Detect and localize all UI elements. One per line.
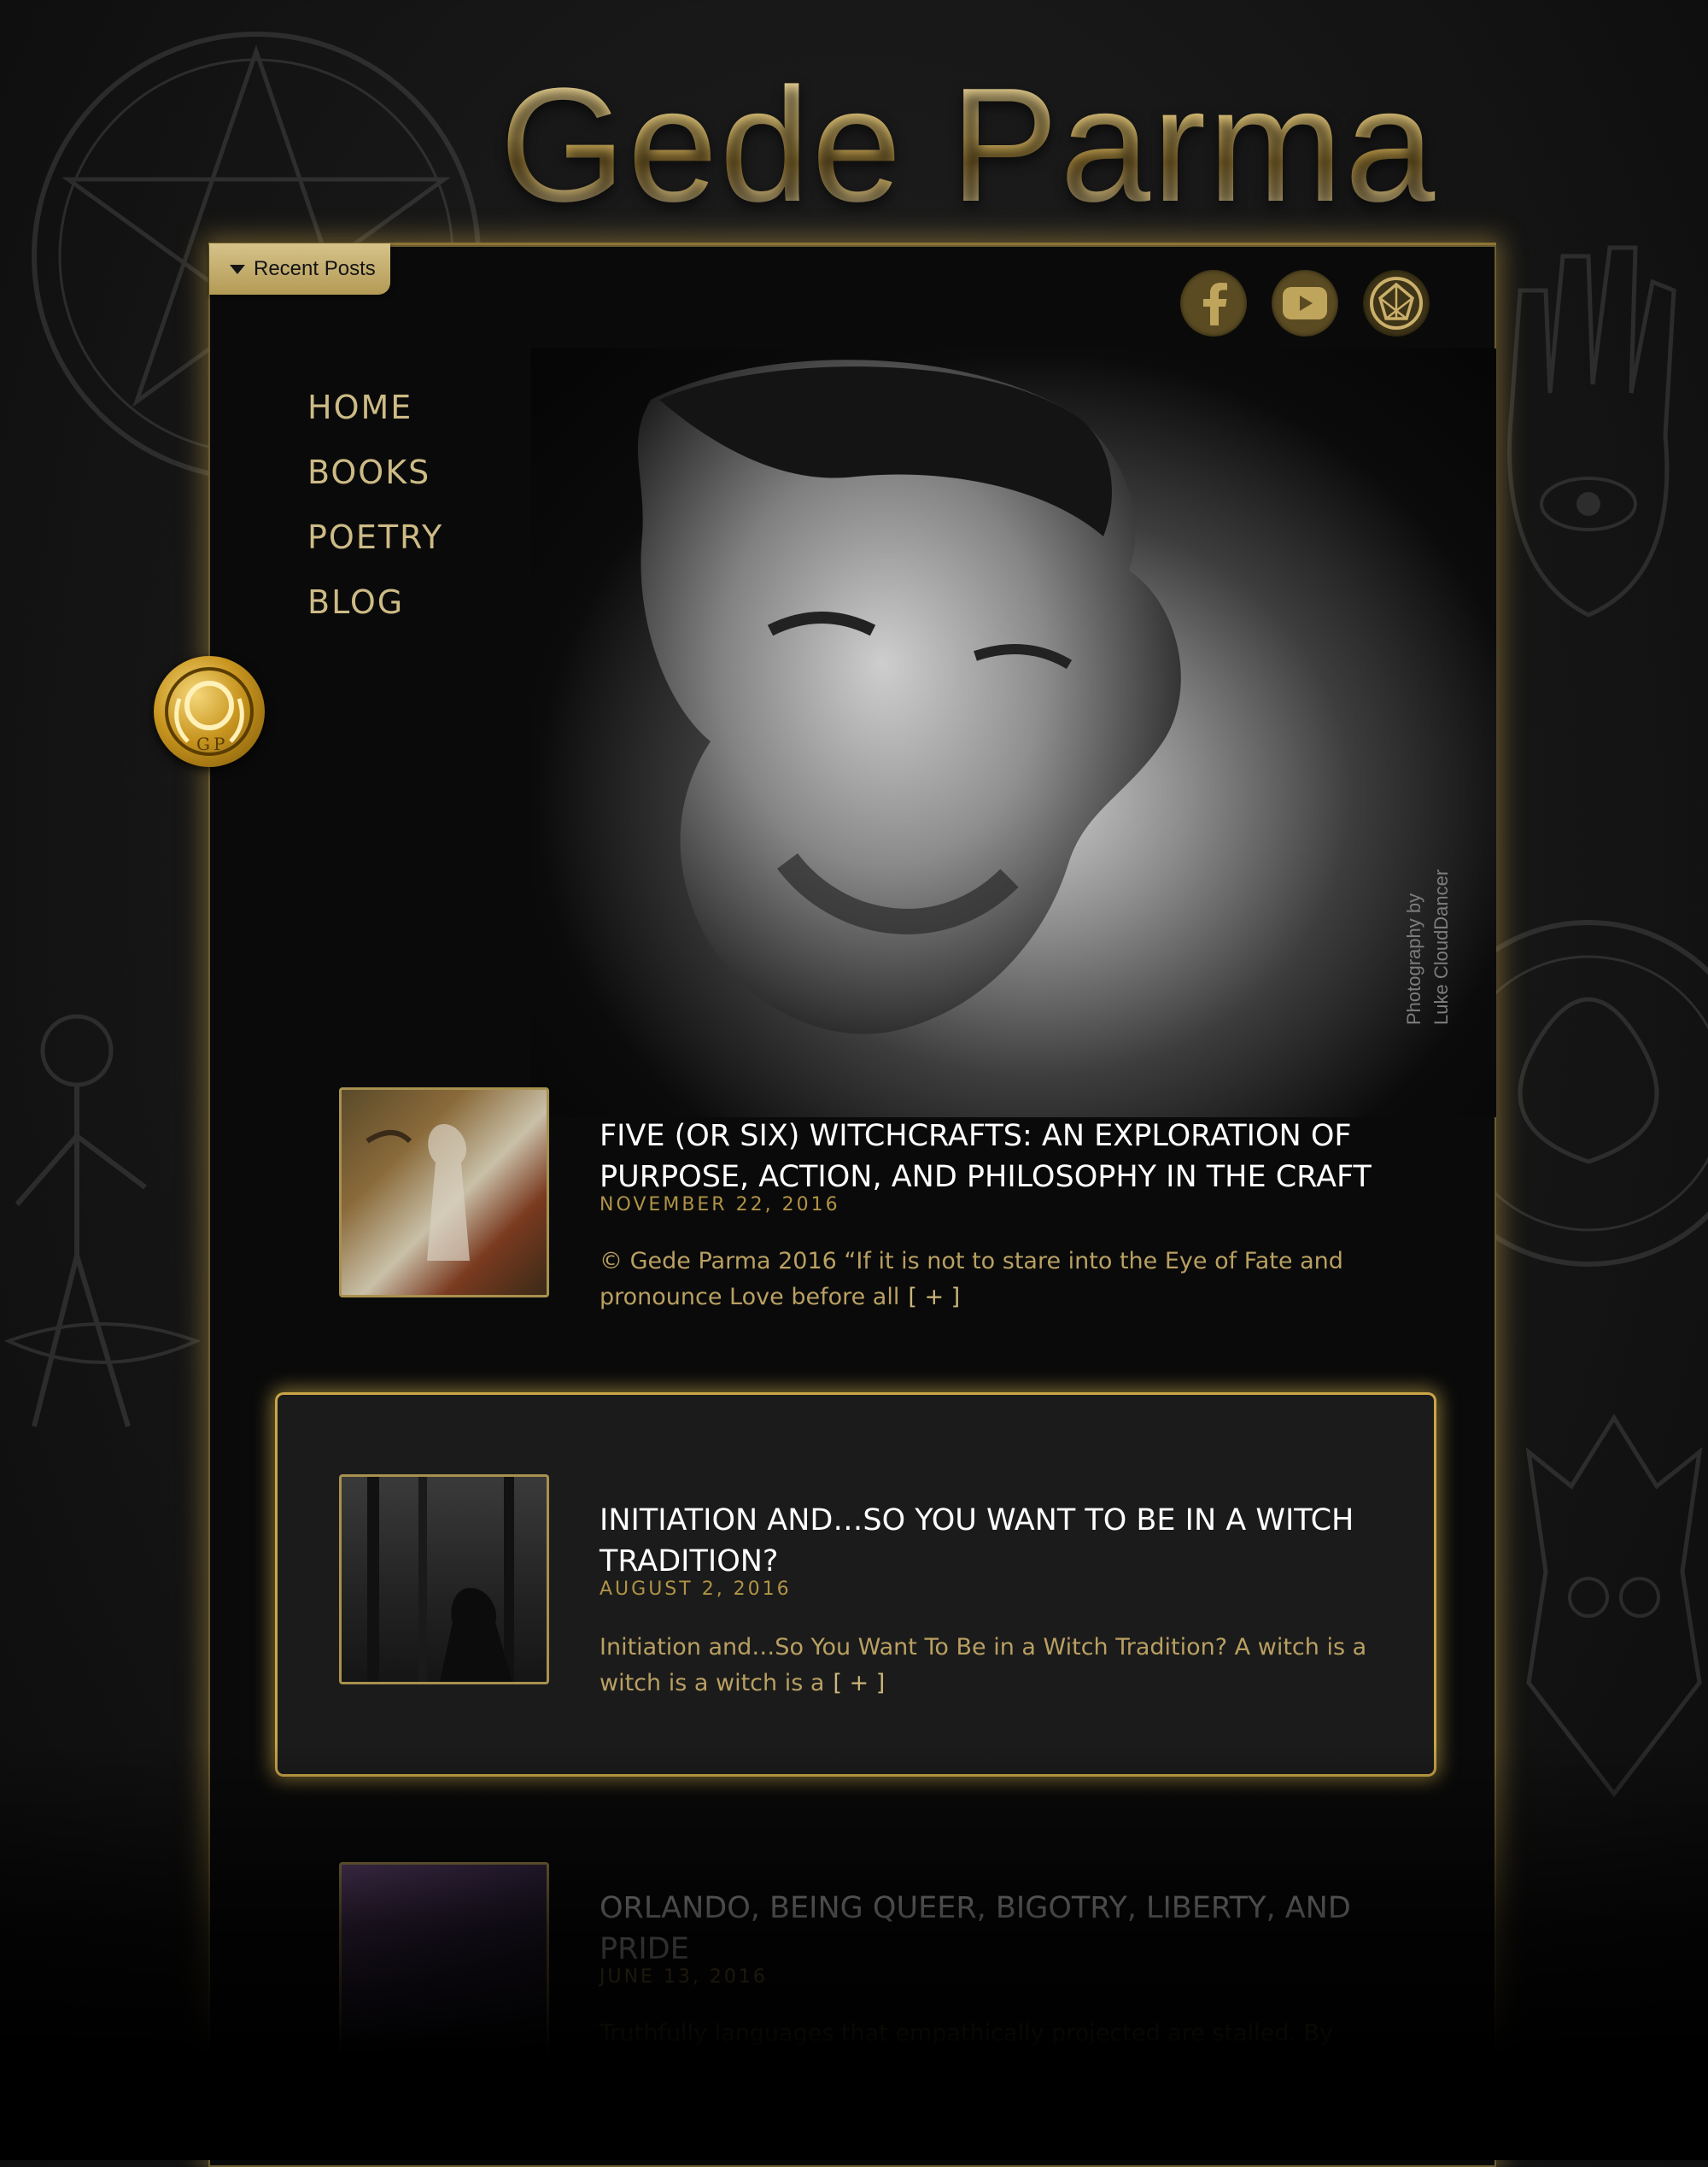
thumbnail-figure xyxy=(366,1124,470,1261)
post-thumbnail[interactable] xyxy=(339,1474,549,1684)
post-title[interactable]: FIVE (OR SIX) WITCHCRAFTS: AN EXPLORATIO… xyxy=(600,1116,1394,1198)
recent-posts-tab[interactable]: Recent Posts xyxy=(209,243,390,295)
read-more-link[interactable]: [ + ] xyxy=(833,1670,885,1696)
gp-medallion-icon[interactable]: G P xyxy=(154,656,265,767)
facebook-icon xyxy=(1203,283,1227,325)
emblem-link[interactable] xyxy=(1363,270,1430,337)
photo-credit-line1: Photography by xyxy=(1403,893,1424,1025)
post-date: NOVEMBER 22, 2016 xyxy=(600,1194,840,1215)
photo-credit: Photography by Luke CloudDancer xyxy=(1401,870,1455,1025)
svg-text:P: P xyxy=(214,734,225,754)
knot-circle-background-icon xyxy=(1469,920,1708,1267)
mask-background-icon xyxy=(1525,1414,1703,1798)
post-date: AUGUST 2, 2016 xyxy=(600,1578,792,1600)
recent-posts-label: Recent Posts xyxy=(254,257,376,280)
emblem-icon xyxy=(1370,277,1423,330)
facebook-link[interactable] xyxy=(1180,270,1247,337)
blog-post: FIVE (OR SIX) WITCHCRAFTS: AN EXPLORATIO… xyxy=(275,1085,1436,1341)
post-excerpt: Truthfully languages that empathically p… xyxy=(600,2016,1402,2088)
post-excerpt-text: Initiation and…So You Want To Be in a Wi… xyxy=(600,1634,1367,1696)
thumbnail-forest xyxy=(367,1477,514,1682)
hamsa-background-icon xyxy=(1507,245,1676,618)
post-title[interactable]: ORLANDO, BEING QUEER, BIGOTRY, LIBERTY, … xyxy=(600,1888,1394,1970)
site-title[interactable]: Gede Parma xyxy=(500,60,1499,231)
post-thumbnail[interactable] xyxy=(339,1087,549,1297)
hero-portrait xyxy=(531,348,1496,1117)
post-excerpt-text: Truthfully languages that empathically p… xyxy=(600,2020,1334,2082)
read-more-link[interactable]: [ + ] xyxy=(908,1284,960,1310)
post-title[interactable]: INITIATION AND…SO YOU WANT TO BE IN A WI… xyxy=(600,1500,1394,1582)
post-excerpt: Initiation and…So You Want To Be in a Wi… xyxy=(600,1630,1402,1701)
nav-item-blog[interactable]: BLOG xyxy=(307,583,404,621)
youtube-icon xyxy=(1283,287,1327,319)
photo-credit-line2: Luke CloudDancer xyxy=(1430,869,1452,1025)
post-excerpt-text: © Gede Parma 2016 “If it is not to stare… xyxy=(600,1248,1343,1310)
nav-item-books[interactable]: BOOKS xyxy=(307,454,430,491)
nav-item-home[interactable]: HOME xyxy=(307,389,412,426)
figure-background-icon xyxy=(3,1014,202,1427)
blog-post: ORLANDO, BEING QUEER, BIGOTRY, LIBERTY, … xyxy=(275,1862,1436,2118)
youtube-link[interactable] xyxy=(1272,270,1338,337)
svg-text:G: G xyxy=(196,734,210,754)
portrait-silhouette xyxy=(637,360,1181,1034)
post-excerpt: © Gede Parma 2016 “If it is not to stare… xyxy=(600,1244,1402,1315)
post-thumbnail[interactable] xyxy=(339,1862,549,2072)
caret-down-icon xyxy=(230,264,245,274)
gp-monogram-icon: G P xyxy=(165,667,254,756)
nav-item-poetry[interactable]: POETRY xyxy=(307,518,443,556)
blog-post-highlighted: INITIATION AND…SO YOU WANT TO BE IN A WI… xyxy=(275,1392,1436,1777)
post-date: JUNE 13, 2016 xyxy=(600,1966,768,1988)
